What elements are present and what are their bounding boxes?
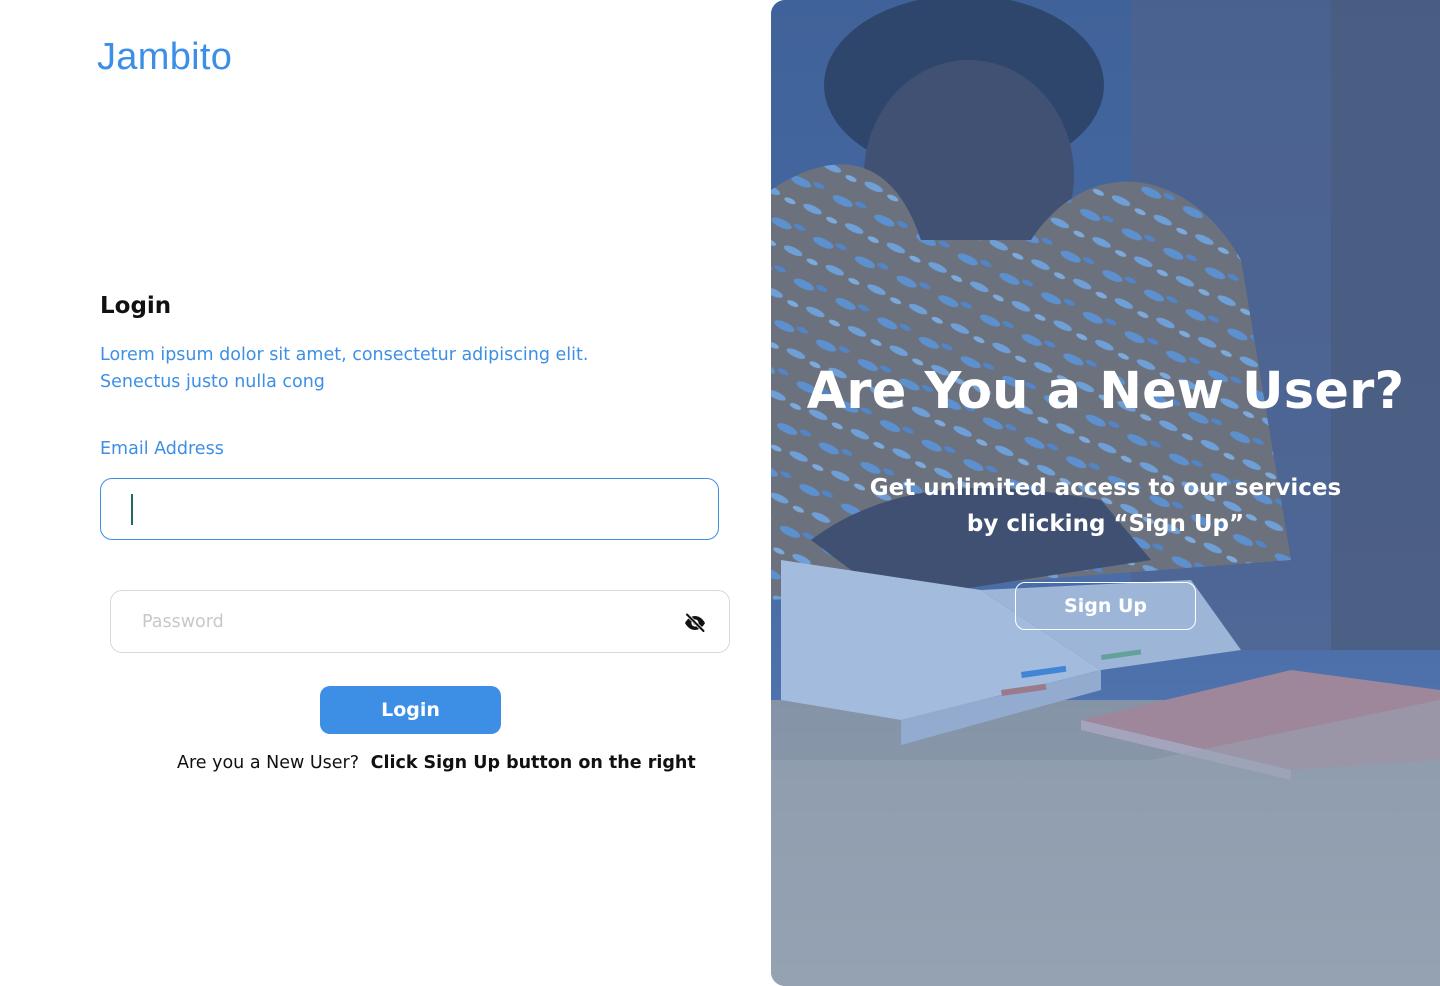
login-button[interactable]: Login xyxy=(320,686,501,734)
hero-subtitle-line-1: Get unlimited access to our services xyxy=(869,475,1342,501)
new-user-hint: Click Sign Up button on the right xyxy=(370,753,696,773)
login-title: Login xyxy=(100,293,172,319)
signup-hint: Are you a New User? Click Sign Up button… xyxy=(177,750,696,776)
sign-up-button[interactable]: Sign Up xyxy=(1015,582,1196,630)
email-field[interactable] xyxy=(100,478,719,540)
password-input[interactable] xyxy=(111,591,651,652)
login-description: Lorem ipsum dolor sit amet, consectetur … xyxy=(100,342,660,396)
email-label: Email Address xyxy=(100,439,224,459)
hero-subtitle-line-2: by clicking “Sign Up” xyxy=(966,511,1245,537)
login-description-line-2: Senectus justo nulla cong xyxy=(100,372,325,392)
password-field[interactable] xyxy=(110,590,730,653)
hero-panel: Are You a New User? Get unlimited access… xyxy=(771,0,1440,986)
login-page: Jambito Login Lorem ipsum dolor sit amet… xyxy=(0,0,1440,986)
text-caret xyxy=(131,494,133,525)
new-user-prompt: Are you a New User? xyxy=(177,753,360,773)
hero-subtitle: Get unlimited access to our services by … xyxy=(771,470,1440,542)
login-description-line-1: Lorem ipsum dolor sit amet, consectetur … xyxy=(100,345,589,365)
hero-title: Are You a New User? xyxy=(806,362,1405,421)
brand-logo: Jambito xyxy=(97,36,233,78)
eye-off-icon[interactable] xyxy=(683,611,707,635)
email-input[interactable] xyxy=(101,479,718,539)
